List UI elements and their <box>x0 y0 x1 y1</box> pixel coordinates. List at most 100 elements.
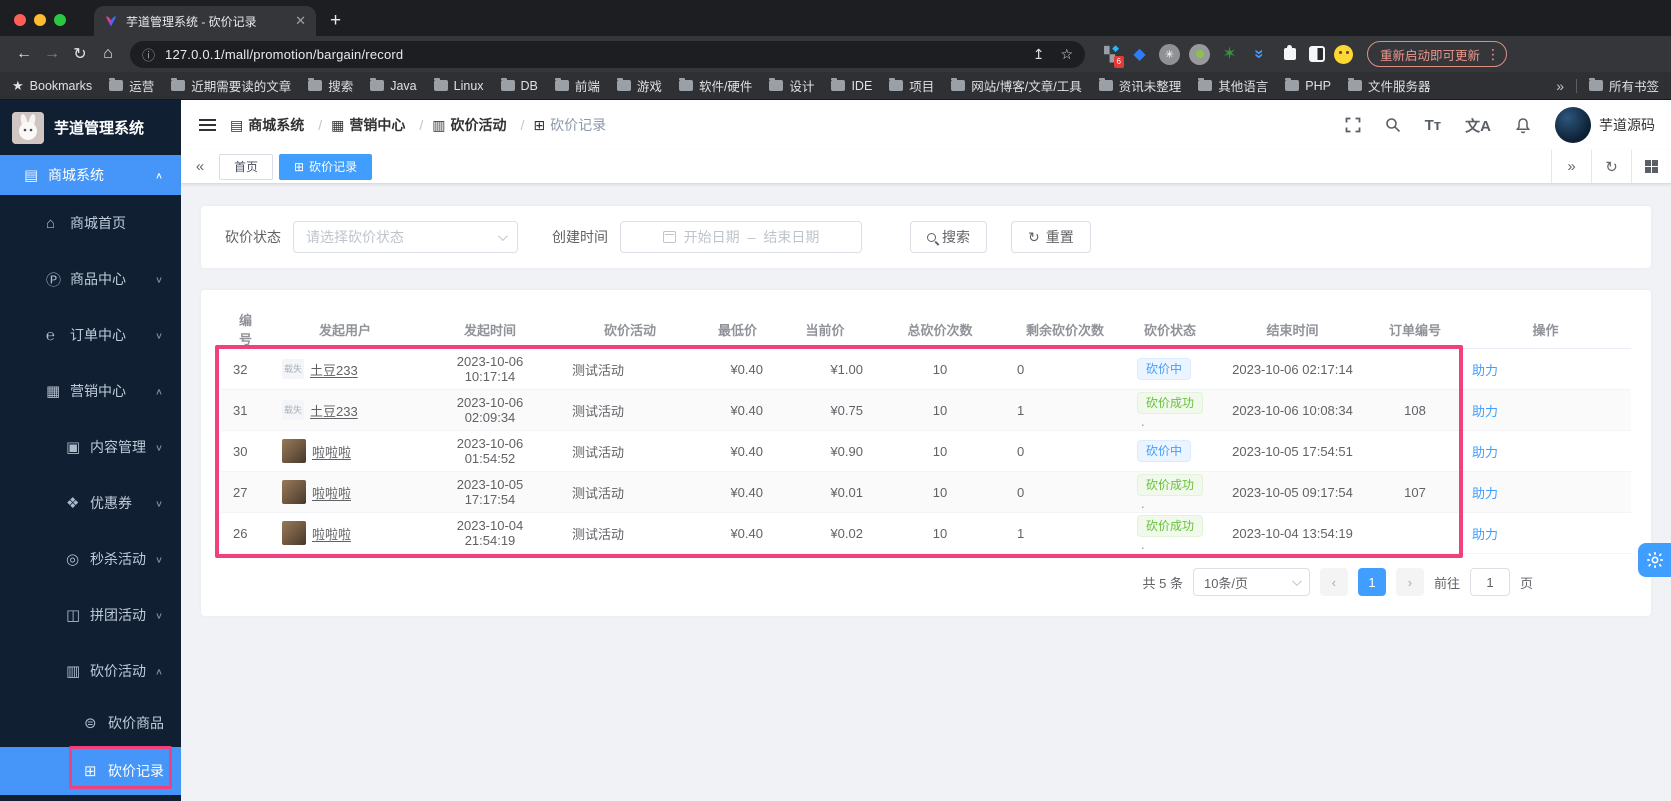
breadcrumb-item[interactable]: 营销中心 / <box>331 115 423 135</box>
darkreader-ext-icon[interactable] <box>1309 46 1325 62</box>
date-range-picker[interactable]: 开始日期 – 结束日期 <box>620 221 862 253</box>
bookmark-folder[interactable]: 项目 <box>889 76 934 95</box>
back-icon[interactable]: ← <box>10 45 38 63</box>
hamburger-icon[interactable] <box>199 119 216 131</box>
browser-update-button[interactable]: 重新启动即可更新 ⋮ <box>1367 41 1508 67</box>
bookmark-folder[interactable]: Linux <box>433 78 484 93</box>
cell-remain-count: 0 <box>1005 348 1125 390</box>
assist-link[interactable]: 助力 <box>1472 527 1498 542</box>
folder-icon <box>1285 78 1300 91</box>
assist-link[interactable]: 助力 <box>1472 404 1498 419</box>
sidebar-item-bargain-record[interactable]: 砍价记录 <box>0 747 181 795</box>
bookmark-folder[interactable]: 搜索 <box>308 76 353 95</box>
sidebar-item-group-buy[interactable]: 拼团活动 <box>0 587 181 643</box>
sidebar-item-order-center[interactable]: 订单中心 <box>0 307 181 363</box>
puzzle-ext-icon[interactable] <box>1279 44 1300 65</box>
assist-link[interactable]: 助力 <box>1472 486 1498 501</box>
sidebar-item-marketing-center[interactable]: 营销中心 <box>0 363 181 419</box>
browser-menu-icon[interactable]: ⋮ <box>1486 46 1500 63</box>
start-date-input[interactable]: 开始日期 <box>684 227 740 247</box>
notification-bell-icon[interactable] <box>1515 117 1531 134</box>
bookmark-folder[interactable]: 运营 <box>109 76 154 95</box>
sidebar-item-bargain-product[interactable]: 砍价商品 <box>0 699 181 747</box>
sidebar-item-content-management[interactable]: 内容管理 <box>0 419 181 475</box>
cell-user: 啦啦啦 <box>270 512 420 554</box>
bookmark-folder[interactable]: 前端 <box>554 76 600 95</box>
bookmark-folder[interactable]: 网站/博客/文章/工具 <box>951 76 1082 95</box>
gem-ext-icon[interactable] <box>1129 44 1150 65</box>
user-menu[interactable]: 芋道源码 <box>1555 107 1655 143</box>
page-refresh-icon[interactable]: ↻ <box>1591 150 1631 183</box>
smiley-ext-icon[interactable] <box>1334 44 1353 64</box>
browser-tab[interactable]: 芋道管理系统 - 砍价记录 ✕ <box>94 6 316 36</box>
dot-ext-icon[interactable] <box>1189 43 1210 65</box>
sidebar-item-seckill[interactable]: 秒杀活动 <box>0 531 181 587</box>
bookmarks-overflow-icon[interactable]: » <box>1556 78 1564 94</box>
site-info-icon[interactable]: ⓘ <box>142 45 155 64</box>
page-tab[interactable]: 首页 <box>219 153 274 180</box>
bookmark-folder[interactable]: IDE <box>831 78 872 93</box>
knot-ext-icon[interactable] <box>1159 43 1180 65</box>
tags-scroll-right-icon[interactable]: » <box>1551 150 1591 183</box>
bookmark-folder[interactable]: PHP <box>1285 78 1331 93</box>
page-size-select[interactable]: 10条/页 <box>1192 568 1310 596</box>
tab-close-icon[interactable]: ✕ <box>295 13 306 29</box>
page-tab[interactable]: 砍价记录 <box>279 153 373 180</box>
prev-page-button[interactable]: ‹ <box>1319 568 1348 596</box>
bookmarks-manager[interactable]: ★ Bookmarks <box>12 78 92 94</box>
fullscreen-icon[interactable] <box>1345 117 1361 133</box>
assist-link[interactable]: 助力 <box>1472 363 1498 378</box>
sidebar-item-mall-home[interactable]: 商城首页 <box>0 195 181 251</box>
settings-gear-button[interactable] <box>1638 543 1671 577</box>
search-icon[interactable] <box>1385 117 1401 133</box>
bookmark-folder[interactable]: 资讯未整理 <box>1098 76 1181 95</box>
breadcrumb-item[interactable]: 砍价活动 / <box>432 115 524 135</box>
bookmark-folder[interactable]: DB <box>500 78 538 93</box>
home-icon[interactable]: ⌂ <box>94 45 122 63</box>
bookmark-folder[interactable]: Java <box>370 78 417 93</box>
assist-link[interactable]: 助力 <box>1472 445 1498 460</box>
status-filter-label: 砍价状态 <box>225 229 281 245</box>
table-header-row: 编号 发起用户 发起时间 砍价活动 最低价 当前价 总砍价次数 剩余砍价次数 砍… <box>221 310 1631 349</box>
tags-scroll-left-icon[interactable]: « <box>181 158 219 175</box>
search-button[interactable]: 搜索 <box>910 221 987 253</box>
window-close-button[interactable] <box>14 14 26 26</box>
star-ext-icon[interactable] <box>1219 44 1240 65</box>
breadcrumb-item[interactable]: 砍价记录 <box>533 115 606 135</box>
blocks-ext-icon[interactable]: 6 <box>1099 43 1124 68</box>
sidebar-item-mall-system[interactable]: 商城系统 <box>0 155 181 195</box>
bookmark-folder[interactable]: 其他语言 <box>1198 76 1268 95</box>
address-bar[interactable]: ⓘ 127.0.0.1/mall/promotion/bargain/recor… <box>130 40 1085 68</box>
bookmark-folder[interactable]: 文件服务器 <box>1347 76 1430 95</box>
status-select[interactable]: 请选择砍价状态 <box>293 221 518 253</box>
breadcrumb-item[interactable]: 商城系统 / <box>230 115 322 135</box>
reload-icon[interactable]: ↻ <box>66 44 94 64</box>
bookmark-folder[interactable]: 设计 <box>769 76 814 95</box>
layout-grid-icon[interactable] <box>1631 150 1671 183</box>
language-icon[interactable]: 文A <box>1465 115 1491 136</box>
bookmark-folder[interactable]: 软件/硬件 <box>678 76 752 95</box>
goto-page-input[interactable] <box>1469 568 1510 596</box>
bookmark-star-icon[interactable]: ☆ <box>1060 46 1073 63</box>
window-minimize-button[interactable] <box>34 14 46 26</box>
url-text[interactable]: 127.0.0.1/mall/promotion/bargain/record <box>165 47 1017 62</box>
page-number-button[interactable]: 1 <box>1357 568 1386 596</box>
sidebar-item-bargain[interactable]: 砍价活动 <box>0 643 181 699</box>
reset-button[interactable]: ↻ 重置 <box>1011 221 1091 253</box>
share-icon[interactable]: ↥ <box>1033 46 1045 63</box>
bookmark-folder[interactable]: 游戏 <box>616 76 662 95</box>
sidebar-item-coupon[interactable]: 优惠券 <box>0 475 181 531</box>
sidebar-item-product-center[interactable]: 商品中心 <box>0 251 181 307</box>
next-page-button[interactable]: › <box>1395 568 1424 596</box>
forward-icon[interactable]: → <box>38 45 66 63</box>
cell-remain-count: 0 <box>1005 471 1125 513</box>
cell-start-time: 2023-10-05 17:17:54 <box>420 471 560 513</box>
bookmark-folder[interactable]: 近期需要读的文章 <box>171 76 291 95</box>
new-tab-button[interactable]: + <box>330 10 341 32</box>
end-date-input[interactable]: 结束日期 <box>763 227 819 247</box>
window-zoom-button[interactable] <box>54 14 66 26</box>
folder-icon <box>769 78 784 91</box>
font-size-icon[interactable]: Tт <box>1425 117 1442 134</box>
all-bookmarks-folder[interactable]: 所有书签 <box>1588 76 1659 95</box>
layers-ext-icon[interactable] <box>1249 44 1270 65</box>
